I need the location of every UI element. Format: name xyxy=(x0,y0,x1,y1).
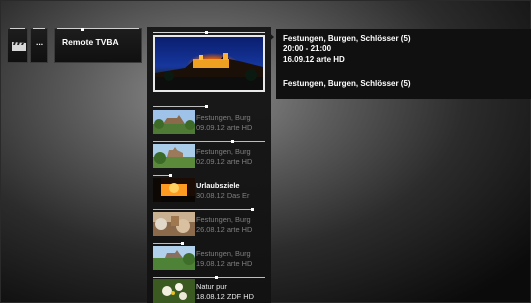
remote-tvba-tile[interactable]: Remote TVBA xyxy=(54,28,142,63)
recording-thumbnail xyxy=(153,110,195,134)
info-title: Festungen, Burgen, Schlösser (5) xyxy=(283,34,411,43)
recording-thumbnail xyxy=(153,279,195,303)
info-date-channel: 16.09.12 arte HD xyxy=(283,55,345,64)
info-time: 20:00 - 21:00 xyxy=(283,44,332,53)
clapperboard-icon xyxy=(12,42,26,51)
recording-title: Festungen, Burg xyxy=(196,249,251,258)
recording-title: Festungen, Burg xyxy=(196,215,251,224)
recording-meta: 26.08.12 arte HD xyxy=(196,225,253,234)
info-pointer xyxy=(266,30,274,44)
recording-title: Urlaubsziele xyxy=(196,181,240,190)
media-tile[interactable] xyxy=(7,28,28,63)
recording-thumbnail xyxy=(153,212,195,236)
recording-thumbnail xyxy=(153,178,195,202)
selected-recording-thumbnail[interactable] xyxy=(153,35,265,92)
recording-info-panel: Festungen, Burgen, Schlösser (5) 20:00 -… xyxy=(276,29,531,99)
castle-night-image xyxy=(155,53,263,90)
more-tile-label: ... xyxy=(36,37,44,47)
recording-title: Festungen, Burg xyxy=(196,113,251,122)
recording-meta: 30.08.12 Das Er xyxy=(196,191,250,200)
info-subtitle: Festungen, Burgen, Schlösser (5) xyxy=(283,79,411,88)
recordings-panel: Festungen, Burg 09.09.12 arte HD Festung… xyxy=(147,27,271,303)
recording-title: Festungen, Burg xyxy=(196,147,251,156)
recording-thumbnail xyxy=(153,246,195,270)
recording-meta: 02.09.12 arte HD xyxy=(196,157,253,166)
more-tile[interactable]: ... xyxy=(30,28,48,63)
recording-meta: 18.08.12 ZDF HD xyxy=(196,292,254,301)
recording-meta: 19.08.12 arte HD xyxy=(196,259,253,268)
recording-meta: 09.09.12 arte HD xyxy=(196,123,253,132)
recording-thumbnail xyxy=(153,144,195,168)
recording-title: Natur pur xyxy=(196,282,227,291)
remote-tvba-label: Remote TVBA xyxy=(62,37,119,47)
